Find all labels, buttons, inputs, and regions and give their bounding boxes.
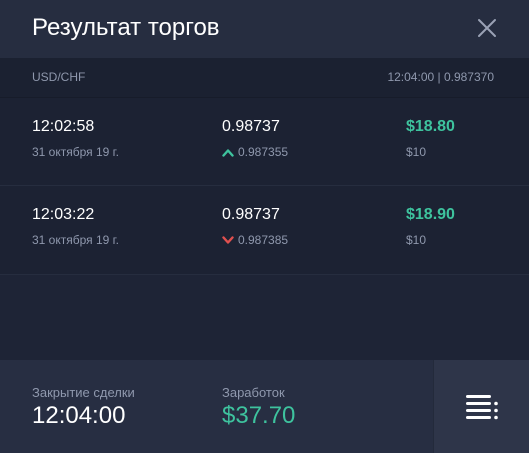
trade-stake: $10 bbox=[406, 233, 427, 247]
trade-row: 12:03:22 31 октября 19 г. 0.98737 0.9873… bbox=[0, 186, 529, 275]
trade-open-price-line: 0.987355 bbox=[222, 145, 288, 159]
close-time-price: 12:04:00 | 0.987370 bbox=[387, 70, 494, 84]
close-time-value: 12:04:00 bbox=[32, 402, 126, 429]
trade-price: 0.98737 bbox=[222, 206, 280, 223]
trade-stake: $10 bbox=[406, 145, 427, 159]
arrow-up-icon bbox=[222, 149, 234, 157]
panel-title: Результат торгов bbox=[32, 14, 220, 41]
asset-pair: USD/CHF bbox=[32, 70, 86, 84]
trade-open-price: 0.987385 bbox=[238, 233, 289, 247]
trade-list: 12:02:58 31 октября 19 г. 0.98737 0.9873… bbox=[0, 98, 529, 275]
trade-date: 31 октября 19 г. bbox=[32, 145, 119, 159]
trade-open-price-line: 0.987385 bbox=[222, 233, 288, 247]
arrow-down-icon bbox=[222, 236, 234, 244]
trade-payout: $18.80 bbox=[406, 118, 455, 135]
trade-open-price: 0.987355 bbox=[238, 145, 289, 159]
earned-label: Заработок bbox=[222, 385, 285, 400]
trade-row: 12:02:58 31 октября 19 г. 0.98737 0.9873… bbox=[0, 98, 529, 186]
details-menu-button[interactable] bbox=[433, 360, 529, 453]
summary-footer: Закрытие сделки 12:04:00 Заработок $37.7… bbox=[0, 360, 529, 453]
trade-time: 12:02:58 bbox=[32, 118, 95, 135]
trade-price-col: 0.98737 0.987355 bbox=[222, 118, 288, 159]
trade-time-col: 12:02:58 31 октября 19 г. bbox=[32, 118, 119, 159]
trade-price-col: 0.98737 0.987385 bbox=[222, 206, 288, 247]
panel-header: Результат торгов bbox=[0, 0, 529, 58]
close-time-block: Закрытие сделки 12:04:00 bbox=[32, 385, 135, 430]
earned-value: $37.70 bbox=[222, 402, 296, 429]
close-time-label: Закрытие сделки bbox=[32, 385, 135, 400]
close-icon bbox=[478, 19, 496, 37]
asset-bar: USD/CHF 12:04:00 | 0.987370 bbox=[0, 58, 529, 98]
trade-amount-col: $18.90 $10 bbox=[406, 206, 455, 247]
trade-date: 31 октября 19 г. bbox=[32, 233, 119, 247]
trade-time-col: 12:03:22 31 октября 19 г. bbox=[32, 206, 119, 247]
earned-block: Заработок $37.70 bbox=[222, 385, 295, 430]
trade-payout: $18.90 bbox=[406, 206, 455, 223]
trade-price: 0.98737 bbox=[222, 118, 280, 135]
trade-result-panel: Результат торгов USD/CHF 12:04:00 | 0.98… bbox=[0, 0, 529, 453]
list-menu-icon bbox=[466, 395, 498, 420]
close-button[interactable] bbox=[473, 14, 501, 42]
trade-time: 12:03:22 bbox=[32, 206, 95, 223]
trade-amount-col: $18.80 $10 bbox=[406, 118, 455, 159]
